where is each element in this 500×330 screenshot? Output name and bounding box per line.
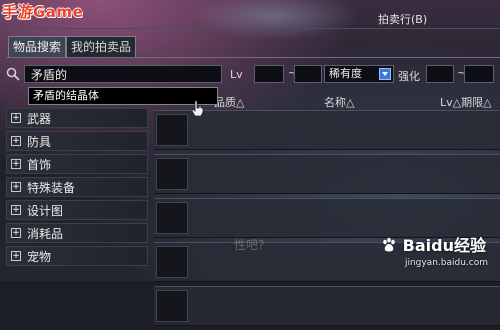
- tab-item-search[interactable]: 物品搜索: [8, 36, 67, 58]
- hand-cursor-icon: [191, 100, 204, 117]
- enhance-label: 强化: [398, 70, 420, 83]
- baidu-brand-text: Baidu经验: [402, 236, 486, 255]
- expand-icon: +: [11, 182, 21, 192]
- search-row: 矛盾的 Lv ~ 稀有度 强化 ~: [6, 64, 500, 86]
- category-consumables[interactable]: + 消耗品: [6, 223, 148, 243]
- panel-border: [6, 57, 500, 58]
- rarity-value: 稀有度: [329, 67, 362, 80]
- site-watermark-logo: 手游Game: [2, 3, 84, 21]
- results-list: [154, 110, 500, 330]
- category-weapons[interactable]: + 武器: [6, 108, 148, 128]
- baidu-watermark: Baidu经验: [381, 232, 486, 256]
- title-divider: [0, 28, 500, 29]
- baidu-paw-icon: [383, 237, 395, 252]
- result-row[interactable]: [154, 286, 500, 326]
- item-slot: [156, 290, 188, 322]
- column-name[interactable]: 名称△: [324, 94, 354, 110]
- expand-icon: +: [11, 113, 21, 123]
- category-special-equipment[interactable]: + 特殊装备: [6, 177, 148, 197]
- window-title: 拍卖行(B): [378, 13, 428, 26]
- item-search-input[interactable]: 矛盾的: [24, 65, 222, 83]
- item-slot: [156, 246, 188, 278]
- background-ornament: [190, 0, 360, 40]
- enhance-min-input[interactable]: [426, 65, 454, 83]
- overlay-ghost-text: 性吧?: [234, 238, 265, 252]
- category-pets[interactable]: + 宠物: [6, 246, 148, 266]
- level-max-input[interactable]: [294, 65, 322, 83]
- tab-bar: 物品搜索 我的拍卖品: [8, 36, 137, 58]
- item-slot: [156, 202, 188, 234]
- result-row[interactable]: [154, 154, 500, 194]
- category-sidebar: + 武器 + 防具 + 首饰 + 特殊装备 + 设计图 + 消耗品 + 宠物: [6, 108, 148, 269]
- expand-icon: +: [11, 159, 21, 169]
- expand-icon: +: [11, 205, 21, 215]
- item-slot: [156, 114, 188, 146]
- expand-icon: +: [11, 228, 21, 238]
- search-icon: [6, 67, 20, 81]
- column-level-period[interactable]: Lv△期限△: [440, 94, 492, 110]
- category-jewelry[interactable]: + 首饰: [6, 154, 148, 174]
- expand-icon: +: [11, 136, 21, 146]
- level-min-input[interactable]: [254, 65, 284, 83]
- item-slot: [156, 158, 188, 190]
- column-quality[interactable]: 品质△: [214, 94, 244, 110]
- expand-icon: +: [11, 251, 21, 261]
- baidu-url: jingyan.baidu.com: [404, 258, 488, 268]
- tab-my-auctions[interactable]: 我的拍卖品: [66, 36, 137, 58]
- level-label: Lv: [230, 68, 243, 81]
- chevron-down-icon[interactable]: [379, 68, 391, 80]
- rarity-select[interactable]: 稀有度: [324, 65, 394, 83]
- category-armor[interactable]: + 防具: [6, 131, 148, 151]
- enhance-max-input[interactable]: [464, 65, 494, 83]
- category-blueprints[interactable]: + 设计图: [6, 200, 148, 220]
